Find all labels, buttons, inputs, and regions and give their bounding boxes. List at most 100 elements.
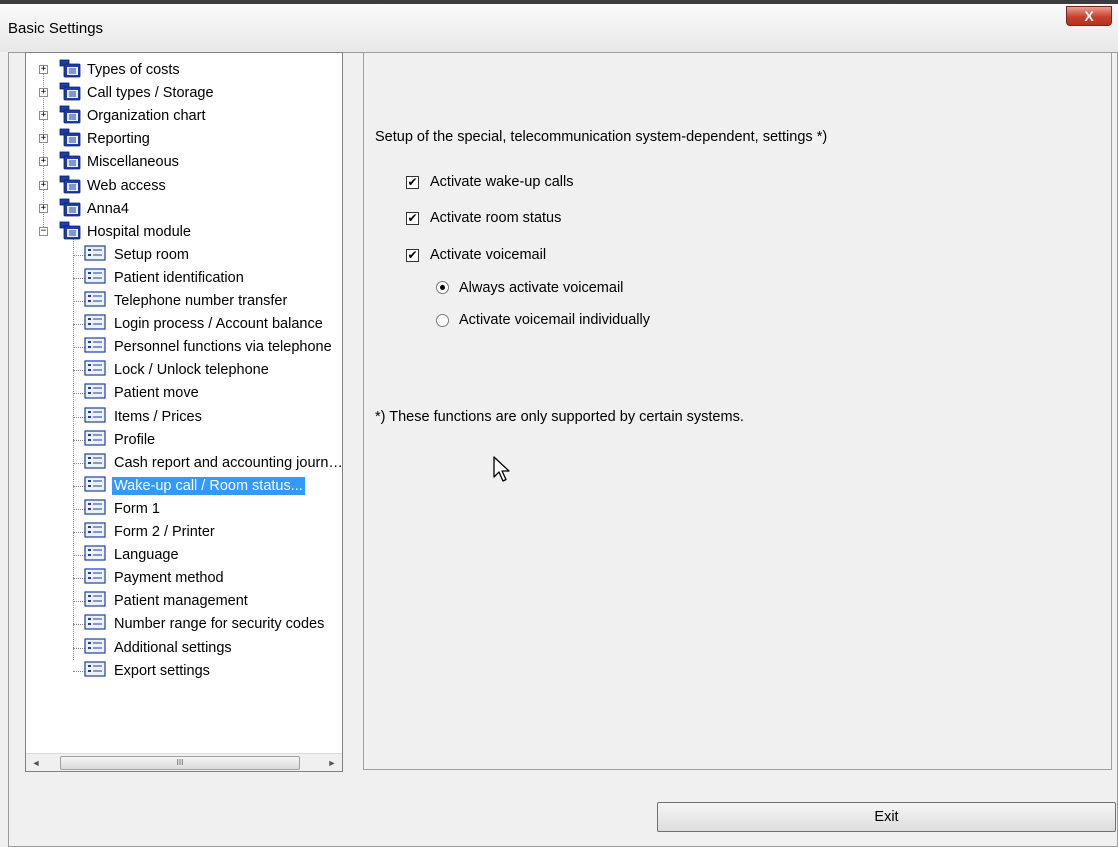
- expand-icon[interactable]: +: [39, 203, 48, 213]
- tree-item-payment-method[interactable]: Payment method: [84, 567, 226, 589]
- tree-item-label: Organization chart: [87, 108, 206, 125]
- expand-icon[interactable]: +: [39, 134, 48, 144]
- tree-item-label: Call types / Storage: [87, 85, 214, 102]
- tree-item-label: Miscellaneous: [87, 154, 179, 171]
- tree-item-label: Reporting: [87, 131, 150, 148]
- settings-panel: Setup of the special, telecommunication …: [363, 52, 1112, 770]
- tree-item-label: Patient identification: [114, 269, 244, 286]
- list-item-icon: [84, 499, 112, 519]
- tree-item-label: Anna4: [87, 200, 129, 217]
- title-bar: Basic Settings X: [0, 4, 1118, 52]
- list-item-icon: [84, 614, 112, 634]
- tree-item-form-1[interactable]: Form 1: [84, 498, 162, 520]
- radio-label-always-activate[interactable]: Always activate voicemail: [459, 280, 623, 296]
- tree-item-label: Cash report and accounting journ…: [114, 454, 343, 471]
- tree-item-label: Additional settings: [114, 639, 232, 656]
- tree-item-hospital-module[interactable]: Hospital module: [59, 221, 193, 243]
- expand-icon[interactable]: +: [39, 88, 48, 98]
- tree-item-patient-management[interactable]: Patient management: [84, 590, 250, 612]
- list-item-icon: [84, 453, 112, 473]
- tree-item-export-settings[interactable]: Export settings: [84, 660, 212, 682]
- checkbox-label-wake-up-calls[interactable]: Activate wake-up calls: [430, 174, 573, 190]
- tree-item-label: Language: [114, 547, 179, 564]
- tree-item-label: Patient move: [114, 385, 199, 402]
- close-button[interactable]: X: [1066, 6, 1112, 26]
- tree-item-number-range-for-security-codes[interactable]: Number range for security codes: [84, 613, 326, 635]
- tree-item-types-of-costs[interactable]: Types of costs: [59, 59, 182, 81]
- folder-tree-icon: [59, 220, 85, 244]
- tree-item-label: Export settings: [114, 662, 210, 679]
- checkbox-label-room-status[interactable]: Activate room status: [430, 210, 561, 226]
- tree-item-label: Setup room: [114, 246, 189, 263]
- tree-item-label: Telephone number transfer: [114, 293, 288, 309]
- mouse-pointer-icon: [493, 456, 510, 482]
- radio-always-activate-voicemail[interactable]: [436, 281, 449, 294]
- tree-item-wake-up-call-room-status[interactable]: Wake-up call / Room status...: [84, 475, 305, 497]
- tree-item-web-access[interactable]: Web access: [59, 175, 168, 197]
- tree-item-organization-chart[interactable]: Organization chart: [59, 105, 207, 127]
- checkbox-room-status[interactable]: ✔: [406, 212, 419, 225]
- settings-tree[interactable]: + Types of costs + Call types / Storage + Org…: [25, 52, 343, 772]
- tree-item-label: Lock / Unlock telephone: [114, 362, 269, 379]
- folder-tree-icon: [59, 174, 85, 198]
- collapse-icon[interactable]: −: [39, 226, 48, 236]
- scroll-grip-icon: III: [176, 758, 184, 767]
- tree-horizontal-scrollbar[interactable]: ◄ III ►: [26, 753, 342, 771]
- tree-item-label: Patient management: [114, 593, 248, 610]
- scroll-thumb[interactable]: III: [60, 756, 300, 770]
- window-title: Basic Settings: [8, 20, 104, 37]
- list-item-icon: [84, 291, 112, 311]
- radio-activate-individually[interactable]: [436, 314, 449, 327]
- tree-item-cash-report-and-accounting-journ[interactable]: Cash report and accounting journ…: [84, 452, 343, 474]
- tree-item-anna4[interactable]: Anna4: [59, 198, 131, 220]
- tree-item-label: Wake-up call / Room status...: [112, 476, 305, 495]
- tree-content: + Types of costs + Call types / Storage + Org…: [26, 53, 343, 743]
- check-icon: ✔: [407, 211, 418, 225]
- list-item-icon: [84, 406, 112, 427]
- folder-tree-icon: [59, 104, 85, 128]
- list-item-icon: [84, 245, 112, 265]
- list-item-icon: [84, 476, 112, 496]
- folder-tree-icon: [59, 127, 85, 151]
- expand-icon[interactable]: +: [39, 65, 48, 74]
- tree-item-language[interactable]: Language: [84, 544, 181, 566]
- tree-item-call-types-storage[interactable]: Call types / Storage: [59, 82, 216, 104]
- footnote-text: *) These functions are only supported by…: [375, 409, 744, 425]
- expand-icon[interactable]: +: [39, 111, 48, 121]
- list-item-icon: [84, 429, 112, 450]
- tree-item-form-2-printer[interactable]: Form 2 / Printer: [84, 521, 217, 543]
- checkbox-voicemail[interactable]: ✔: [406, 249, 419, 262]
- folder-tree-icon: [59, 81, 85, 105]
- scroll-left-arrow-icon[interactable]: ◄: [28, 756, 44, 770]
- list-item-icon: [84, 383, 112, 403]
- exit-button[interactable]: Exit: [657, 802, 1116, 832]
- tree-item-profile[interactable]: Profile: [84, 429, 157, 451]
- tree-item-label: Login process / Account balance: [114, 316, 323, 333]
- tree-item-login-process-account-balance[interactable]: Login process / Account balance: [84, 313, 325, 335]
- tree-item-patient-move[interactable]: Patient move: [84, 382, 201, 404]
- tree-item-additional-settings[interactable]: Additional settings: [84, 637, 234, 659]
- radio-label-individually[interactable]: Activate voicemail individually: [459, 312, 650, 328]
- expand-icon[interactable]: +: [39, 157, 48, 167]
- tree-item-miscellaneous[interactable]: Miscellaneous: [59, 151, 181, 173]
- list-item-icon: [84, 360, 112, 380]
- tree-item-label: Profile: [114, 431, 156, 448]
- tree-item-lock-unlock-telephone[interactable]: Lock / Unlock telephone: [84, 359, 271, 381]
- checkbox-label-voicemail[interactable]: Activate voicemail: [430, 247, 546, 263]
- tree-item-items-prices[interactable]: Items / Prices: [84, 406, 204, 428]
- scroll-right-arrow-icon[interactable]: ►: [324, 756, 340, 770]
- list-item-icon: [84, 591, 112, 611]
- expand-icon[interactable]: +: [39, 180, 48, 190]
- tree-item-setup-room[interactable]: Setup room: [84, 244, 191, 266]
- tree-item-telephone-number-transfer[interactable]: Telephone number transfer: [84, 290, 289, 312]
- checkbox-wake-up-calls[interactable]: ✔: [406, 176, 419, 189]
- list-item-icon: [84, 660, 112, 681]
- folder-tree-icon: [59, 150, 85, 174]
- tree-item-label: Personnel functions via telephone: [114, 339, 332, 356]
- tree-item-reporting[interactable]: Reporting: [59, 128, 152, 150]
- tree-item-label: Items / Prices: [114, 408, 202, 425]
- tree-item-personnel-functions-via-telephone[interactable]: Personnel functions via telephone: [84, 336, 334, 358]
- tree-item-label: Types of costs: [87, 62, 180, 78]
- tree-item-patient-identification[interactable]: Patient identification: [84, 267, 246, 289]
- list-item-icon: [84, 637, 112, 658]
